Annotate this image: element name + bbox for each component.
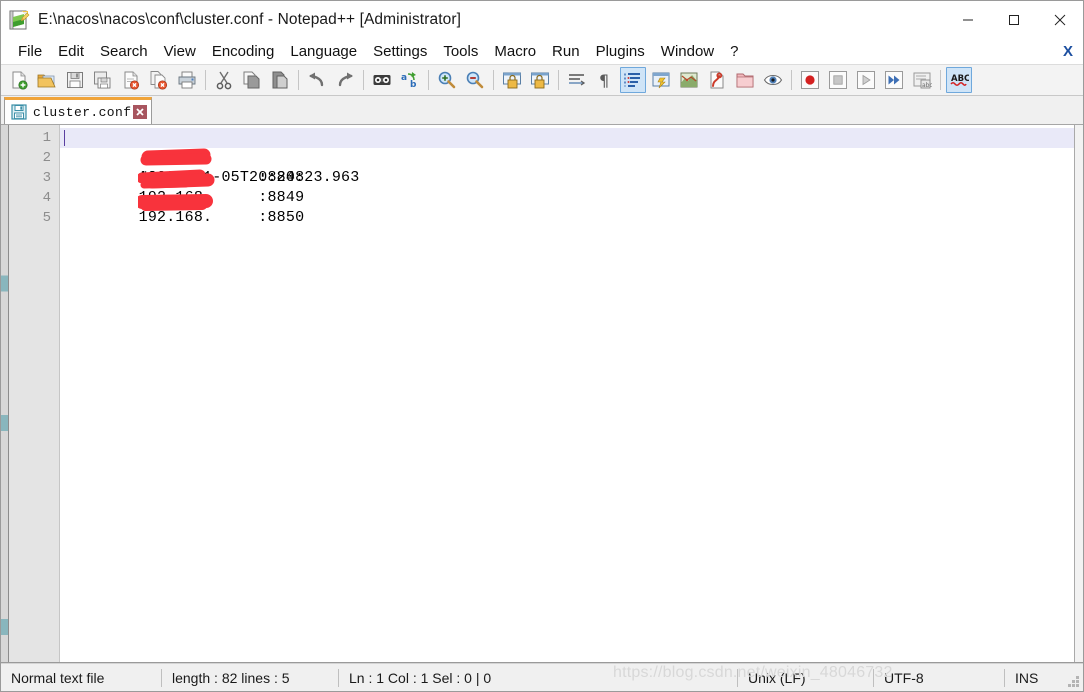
toolbar-separator bbox=[298, 70, 299, 90]
sync-vertical-scroll-icon[interactable] bbox=[499, 67, 525, 93]
menu-item-search[interactable]: Search bbox=[92, 39, 156, 64]
line-number: 4 bbox=[42, 190, 51, 206]
line-number-gutter: 1 2 3 4 5 bbox=[9, 125, 60, 662]
save-all-icon[interactable] bbox=[90, 67, 116, 93]
tab-cluster-conf[interactable]: cluster.conf bbox=[4, 97, 153, 124]
vertical-scrollbar[interactable] bbox=[1074, 125, 1083, 662]
menu-item-help[interactable]: ? bbox=[722, 39, 746, 64]
resize-grip-icon[interactable] bbox=[1067, 675, 1080, 688]
close-document-icon[interactable] bbox=[118, 67, 144, 93]
zoom-out-icon[interactable] bbox=[462, 67, 488, 93]
code-line-4[interactable]: 192.168.xxxxx:8850 bbox=[60, 188, 1074, 226]
user-defined-dialog-icon[interactable] bbox=[648, 67, 674, 93]
minimize-button[interactable] bbox=[945, 1, 991, 39]
status-eol-format: Unix (LF) bbox=[748, 669, 806, 686]
toolbar-separator bbox=[363, 70, 364, 90]
paste-icon[interactable] bbox=[267, 67, 293, 93]
code-line-5[interactable] bbox=[60, 208, 1074, 228]
line-number: 3 bbox=[42, 170, 51, 186]
line-number: 2 bbox=[42, 150, 51, 166]
copy-icon[interactable] bbox=[239, 67, 265, 93]
tab-label: cluster.conf bbox=[33, 104, 132, 120]
window-controls bbox=[945, 1, 1083, 39]
folder-as-workspace-icon[interactable] bbox=[732, 67, 758, 93]
cut-icon[interactable] bbox=[211, 67, 237, 93]
tab-bar: cluster.conf bbox=[1, 96, 1083, 125]
code-line-1[interactable]: #2020-11-05T20:20:23.963 bbox=[60, 128, 1074, 186]
status-bar: Normal text file length : 82 lines : 5 L… bbox=[1, 663, 1083, 691]
status-insert-mode: INS bbox=[1015, 669, 1039, 686]
toolbar-separator bbox=[493, 70, 494, 90]
new-file-icon[interactable] bbox=[6, 67, 32, 93]
editor-area: 1 2 3 4 5 #2020-11-05T20:20:23.963 192.1… bbox=[1, 125, 1083, 663]
run-macro-multiple-icon[interactable] bbox=[881, 67, 907, 93]
status-file-type: Normal text file bbox=[11, 669, 105, 686]
menu-item-edit[interactable]: Edit bbox=[50, 39, 92, 64]
record-macro-icon[interactable] bbox=[797, 67, 823, 93]
close-document-x-button[interactable]: X bbox=[1063, 39, 1073, 64]
tab-close-icon[interactable] bbox=[133, 105, 148, 119]
menu-item-window[interactable]: Window bbox=[653, 39, 722, 64]
window-title: E:\nacos\nacos\conf\cluster.conf - Notep… bbox=[38, 11, 461, 28]
redo-icon[interactable] bbox=[332, 67, 358, 93]
monitoring-icon[interactable] bbox=[760, 67, 786, 93]
code-line-2[interactable]: 192.168.xxxxx:8848 bbox=[60, 148, 1074, 186]
close-all-documents-icon[interactable] bbox=[146, 67, 172, 93]
menu-item-encoding[interactable]: Encoding bbox=[204, 39, 283, 64]
saved-file-icon bbox=[11, 104, 27, 120]
notepadpp-window: E:\nacos\nacos\conf\cluster.conf - Notep… bbox=[0, 0, 1084, 692]
toolbar-separator bbox=[940, 70, 941, 90]
function-list-icon[interactable] bbox=[704, 67, 730, 93]
menu-item-view[interactable]: View bbox=[156, 39, 204, 64]
menu-item-macro[interactable]: Macro bbox=[486, 39, 544, 64]
toolbar-separator bbox=[428, 70, 429, 90]
word-wrap-icon[interactable] bbox=[564, 67, 590, 93]
indent-guide-icon[interactable] bbox=[620, 67, 646, 93]
title-bar: E:\nacos\nacos\conf\cluster.conf - Notep… bbox=[1, 1, 1083, 39]
stop-macro-icon[interactable] bbox=[825, 67, 851, 93]
code-line-3[interactable]: 192.168.xxxxx:8849 bbox=[60, 168, 1074, 206]
maximize-button[interactable] bbox=[991, 1, 1037, 39]
status-length-lines: length : 82 lines : 5 bbox=[172, 669, 290, 686]
code-text-area[interactable]: #2020-11-05T20:20:23.963 192.168.xxxxx:8… bbox=[60, 125, 1074, 662]
toolbar-separator bbox=[791, 70, 792, 90]
close-button[interactable] bbox=[1037, 1, 1083, 39]
line-number: 5 bbox=[42, 210, 51, 226]
menu-item-tools[interactable]: Tools bbox=[435, 39, 486, 64]
editor-left-border bbox=[1, 125, 9, 662]
menu-bar: File Edit Search View Encoding Language … bbox=[1, 39, 1083, 64]
save-icon[interactable] bbox=[62, 67, 88, 93]
menu-item-file[interactable]: File bbox=[10, 39, 50, 64]
svg-text:abc: abc bbox=[922, 82, 932, 89]
sync-horizontal-scroll-icon[interactable] bbox=[527, 67, 553, 93]
status-caret-position: Ln : 1 Col : 1 Sel : 0 | 0 bbox=[349, 669, 492, 686]
toolbar: a b ¶ abc ABC bbox=[1, 64, 1083, 96]
svg-text:¶: ¶ bbox=[599, 71, 609, 90]
save-macro-icon[interactable]: abc bbox=[909, 67, 935, 93]
play-macro-icon[interactable] bbox=[853, 67, 879, 93]
zoom-in-icon[interactable] bbox=[434, 67, 460, 93]
menu-item-language[interactable]: Language bbox=[282, 39, 365, 64]
open-file-icon[interactable] bbox=[34, 67, 60, 93]
notepad-plus-plus-icon bbox=[8, 9, 30, 31]
document-map-icon[interactable] bbox=[676, 67, 702, 93]
replace-icon[interactable]: a b bbox=[397, 67, 423, 93]
text-cursor bbox=[64, 130, 65, 146]
menu-item-run[interactable]: Run bbox=[544, 39, 588, 64]
undo-icon[interactable] bbox=[304, 67, 330, 93]
find-icon[interactable] bbox=[369, 67, 395, 93]
svg-text:a: a bbox=[401, 73, 407, 83]
spell-check-icon[interactable]: ABC bbox=[946, 67, 972, 93]
print-icon[interactable] bbox=[174, 67, 200, 93]
svg-text:b: b bbox=[410, 80, 417, 90]
line-number: 1 bbox=[42, 130, 51, 146]
status-encoding: UTF-8 bbox=[884, 669, 924, 686]
menu-item-settings[interactable]: Settings bbox=[365, 39, 435, 64]
toolbar-separator bbox=[558, 70, 559, 90]
toolbar-separator bbox=[205, 70, 206, 90]
show-all-characters-icon[interactable]: ¶ bbox=[592, 67, 618, 93]
menu-item-plugins[interactable]: Plugins bbox=[588, 39, 653, 64]
